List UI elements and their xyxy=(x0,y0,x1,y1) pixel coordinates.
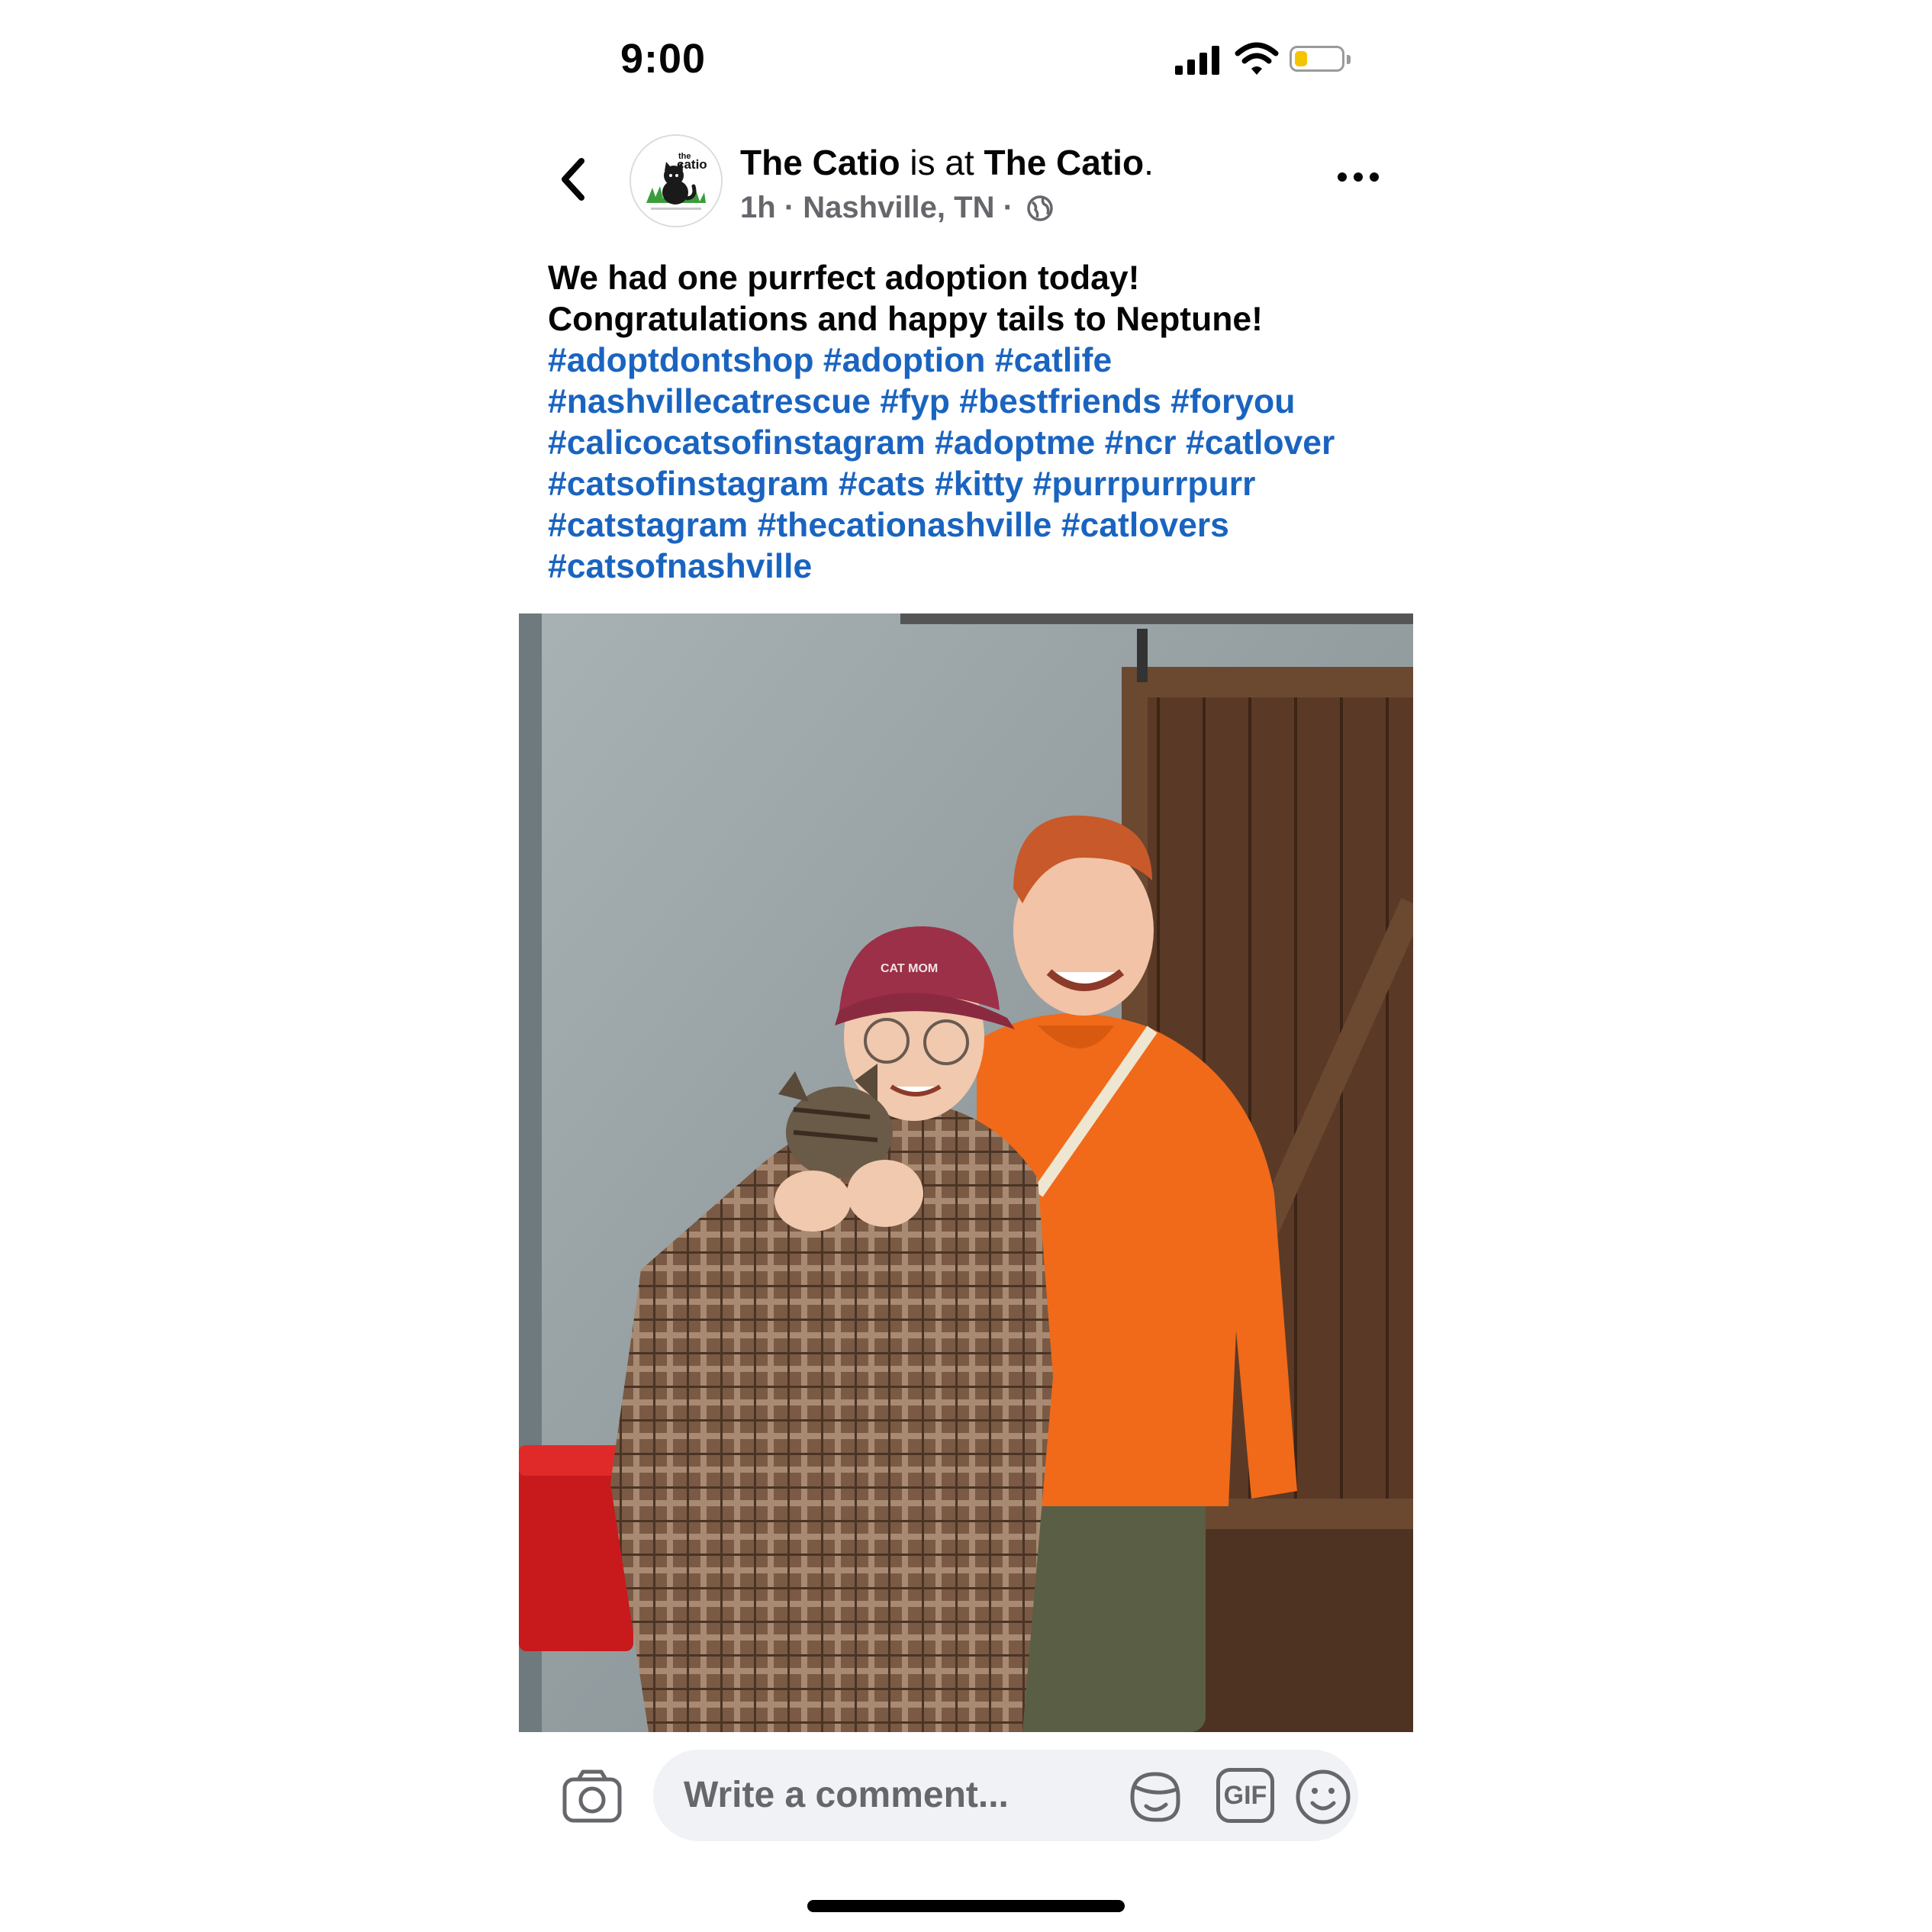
hashtag-link[interactable]: #catlover xyxy=(1177,424,1335,462)
camera-icon[interactable] xyxy=(562,1769,623,1824)
hashtag-link[interactable]: #thecationashville xyxy=(748,507,1052,544)
more-options-icon[interactable] xyxy=(1338,169,1383,185)
post-photo[interactable]: CAT MOM xyxy=(519,613,1413,1732)
hashtag-line: #adoptdontshop #adoption #catlife xyxy=(548,340,1395,382)
hashtag-link[interactable]: #adoptme xyxy=(926,424,1095,462)
adoption-photo-image: CAT MOM xyxy=(519,613,1413,1732)
meta-separator: · xyxy=(1003,191,1013,224)
hashtag-link[interactable]: #catstagram xyxy=(548,507,748,544)
status-time: 9:00 xyxy=(620,36,707,82)
hashtag-line: #catsofnashville xyxy=(548,546,1395,588)
post-header-title: The Catio is at The Catio. xyxy=(740,143,1154,182)
hashtag-link[interactable]: #adoption xyxy=(814,342,986,379)
post-meta: 1h · Nashville, TN · xyxy=(740,191,1054,225)
hashtag-link[interactable]: #purrpurrpurr xyxy=(1023,465,1256,503)
post-caption: We had one purrfect adoption today! Cong… xyxy=(548,258,1395,588)
page-avatar[interactable]: the catio xyxy=(630,134,723,227)
comment-input[interactable] xyxy=(684,1750,1080,1841)
gif-icon[interactable]: GIF xyxy=(1216,1768,1274,1823)
hashtag-link[interactable]: #catsofnashville xyxy=(548,548,812,585)
verb-text: is at xyxy=(910,143,974,182)
hashtag-link[interactable]: #catlife xyxy=(986,342,1112,379)
hashtag-line: #nashvillecatrescue #fyp #bestfriends #f… xyxy=(548,382,1395,423)
post-place[interactable]: Nashville, TN xyxy=(803,191,994,224)
signal-icon xyxy=(1175,44,1221,75)
hashtag-link[interactable]: #catsofinstagram xyxy=(548,465,829,503)
hashtag-line: #calicocatsofinstagram #adoptme #ncr #ca… xyxy=(548,423,1395,464)
catio-logo-icon: the catio xyxy=(631,136,721,226)
hashtag-link[interactable]: #bestfriends xyxy=(950,383,1161,420)
hashtag-link[interactable]: #nashvillecatrescue xyxy=(548,383,871,420)
page-name-link[interactable]: The Catio xyxy=(740,143,900,182)
phone-screen: 9:00 the catio The Catio is at The Catio… xyxy=(519,0,1413,1932)
post-time[interactable]: 1h xyxy=(740,191,776,224)
caption-line: Congratulations and happy tails to Neptu… xyxy=(548,301,1263,338)
hashtag-link[interactable]: #cats xyxy=(829,465,926,503)
caption-line: We had one purrfect adoption today! xyxy=(548,259,1140,297)
hashtag-link[interactable]: #calicocatsofinstagram xyxy=(548,424,926,462)
hashtag-link[interactable]: #fyp xyxy=(871,383,950,420)
hashtag-link[interactable]: #ncr xyxy=(1095,424,1177,462)
wifi-icon xyxy=(1235,42,1279,75)
location-link[interactable]: The Catio xyxy=(984,143,1145,182)
emoji-icon[interactable] xyxy=(1294,1768,1352,1826)
globe-icon xyxy=(1027,195,1053,221)
meta-separator: · xyxy=(784,191,795,224)
sticker-icon[interactable] xyxy=(1125,1766,1186,1827)
home-indicator[interactable] xyxy=(807,1900,1125,1912)
hashtag-line: #catsofinstagram #cats #kitty #purrpurrp… xyxy=(548,464,1395,505)
hashtag-link[interactable]: #catlovers xyxy=(1051,507,1229,544)
battery-icon xyxy=(1290,46,1351,72)
hashtag-line: #catstagram #thecationashville #catlover… xyxy=(548,505,1395,546)
svg-text:CAT MOM: CAT MOM xyxy=(881,962,938,975)
comment-box: GIF xyxy=(653,1750,1358,1841)
hashtag-link[interactable]: #foryou xyxy=(1161,383,1295,420)
hashtag-link[interactable]: #adoptdontshop xyxy=(548,342,814,379)
hashtag-link[interactable]: #kitty xyxy=(926,465,1023,503)
back-arrow-icon[interactable] xyxy=(557,156,588,202)
